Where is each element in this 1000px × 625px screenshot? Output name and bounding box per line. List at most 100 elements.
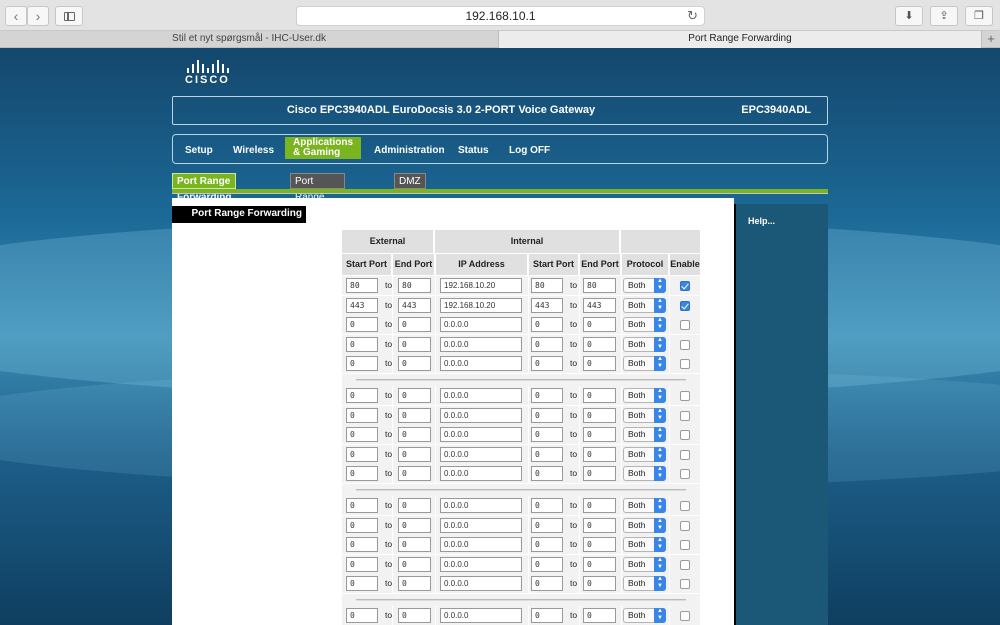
- int-end-port-input[interactable]: 0: [583, 556, 616, 572]
- int-end-port-input[interactable]: 0: [583, 388, 616, 403]
- enable-checkbox[interactable]: [680, 611, 690, 621]
- ip-address-input[interactable]: 0.0.0.0: [440, 388, 522, 403]
- enable-checkbox[interactable]: [680, 359, 690, 370]
- int-start-port-input[interactable]: 0: [531, 356, 563, 372]
- ext-end-port-input[interactable]: 443: [398, 297, 431, 313]
- int-end-port-input[interactable]: 0: [583, 407, 616, 423]
- ip-address-input[interactable]: 0.0.0.0: [440, 608, 522, 623]
- menu-logoff[interactable]: Log OFF: [509, 145, 550, 156]
- int-start-port-input[interactable]: 0: [531, 407, 563, 423]
- menu-applications-gaming[interactable]: Applications & Gaming: [285, 137, 362, 159]
- enable-checkbox[interactable]: [680, 300, 690, 311]
- enable-checkbox[interactable]: [680, 320, 690, 331]
- enable-checkbox[interactable]: [680, 540, 690, 551]
- ext-end-port-input[interactable]: 0: [398, 336, 431, 352]
- int-start-port-input[interactable]: 0: [531, 466, 563, 482]
- protocol-select[interactable]: Both ▲ ▼: [623, 556, 666, 572]
- ext-start-port-input[interactable]: 0: [346, 537, 378, 553]
- tab-ihc-user[interactable]: Stil et nyt spørgsmål - IHC-User.dk: [0, 31, 499, 48]
- ext-start-port-input[interactable]: 0: [346, 608, 378, 623]
- protocol-select[interactable]: Both ▲ ▼: [623, 537, 666, 553]
- protocol-select[interactable]: Both ▲ ▼: [623, 608, 666, 623]
- protocol-select[interactable]: Both ▲ ▼: [623, 388, 666, 403]
- int-start-port-input[interactable]: 0: [531, 388, 563, 403]
- protocol-select[interactable]: Both ▲ ▼: [623, 297, 666, 313]
- ip-address-input[interactable]: 0.0.0.0: [440, 356, 522, 372]
- ip-address-input[interactable]: 0.0.0.0: [440, 427, 522, 443]
- ext-start-port-input[interactable]: 0: [346, 556, 378, 572]
- ext-end-port-input[interactable]: 0: [398, 407, 431, 423]
- ext-start-port-input[interactable]: 80: [346, 278, 378, 293]
- ip-address-input[interactable]: 192.168.10.20: [440, 278, 522, 293]
- int-start-port-input[interactable]: 0: [531, 537, 563, 553]
- int-end-port-input[interactable]: 443: [583, 297, 616, 313]
- protocol-select[interactable]: Both ▲ ▼: [623, 498, 666, 513]
- int-start-port-input[interactable]: 0: [531, 336, 563, 352]
- enable-checkbox[interactable]: [680, 559, 690, 570]
- ip-address-input[interactable]: 192.168.10.20: [440, 297, 522, 313]
- enable-checkbox[interactable]: [680, 469, 690, 480]
- reload-icon[interactable]: ↻: [687, 7, 698, 25]
- int-start-port-input[interactable]: 0: [531, 427, 563, 443]
- int-end-port-input[interactable]: 0: [583, 317, 616, 333]
- ext-end-port-input[interactable]: 0: [398, 556, 431, 572]
- enable-checkbox[interactable]: [680, 501, 690, 511]
- ext-start-port-input[interactable]: 0: [346, 517, 378, 533]
- ext-start-port-input[interactable]: 0: [346, 576, 378, 592]
- int-end-port-input[interactable]: 0: [583, 537, 616, 553]
- ext-start-port-input[interactable]: 0: [346, 498, 378, 513]
- ip-address-input[interactable]: 0.0.0.0: [440, 317, 522, 333]
- ext-end-port-input[interactable]: 0: [398, 427, 431, 443]
- int-start-port-input[interactable]: 443: [531, 297, 563, 313]
- int-start-port-input[interactable]: 0: [531, 517, 563, 533]
- ext-start-port-input[interactable]: 0: [346, 427, 378, 443]
- ip-address-input[interactable]: 0.0.0.0: [440, 466, 522, 482]
- address-bar[interactable]: 192.168.10.1 ↻: [296, 6, 705, 26]
- tabs-overview-button[interactable]: ❐: [965, 6, 993, 26]
- ext-end-port-input[interactable]: 0: [398, 356, 431, 372]
- protocol-select[interactable]: Both ▲ ▼: [623, 407, 666, 423]
- protocol-select[interactable]: Both ▲ ▼: [623, 517, 666, 533]
- ip-address-input[interactable]: 0.0.0.0: [440, 537, 522, 553]
- menu-setup[interactable]: Setup: [185, 145, 213, 156]
- int-end-port-input[interactable]: 0: [583, 427, 616, 443]
- new-tab-button[interactable]: +: [982, 31, 1000, 48]
- int-end-port-input[interactable]: 0: [583, 517, 616, 533]
- help-link[interactable]: Help...: [748, 216, 775, 226]
- back-button[interactable]: ‹: [5, 6, 27, 26]
- ip-address-input[interactable]: 0.0.0.0: [440, 576, 522, 592]
- protocol-select[interactable]: Both ▲ ▼: [623, 336, 666, 352]
- ext-end-port-input[interactable]: 0: [398, 517, 431, 533]
- int-start-port-input[interactable]: 0: [531, 608, 563, 623]
- int-start-port-input[interactable]: 80: [531, 278, 563, 293]
- ext-start-port-input[interactable]: 0: [346, 317, 378, 333]
- ext-end-port-input[interactable]: 0: [398, 576, 431, 592]
- int-end-port-input[interactable]: 0: [583, 576, 616, 592]
- protocol-select[interactable]: Both ▲ ▼: [623, 317, 666, 333]
- int-end-port-input[interactable]: 0: [583, 336, 616, 352]
- int-end-port-input[interactable]: 0: [583, 498, 616, 513]
- ext-end-port-input[interactable]: 80: [398, 278, 431, 293]
- subtab-port-range-triggering[interactable]: Port Range Triggering: [290, 173, 345, 219]
- int-end-port-input[interactable]: 0: [583, 466, 616, 482]
- ext-start-port-input[interactable]: 0: [346, 407, 378, 423]
- ext-start-port-input[interactable]: 443: [346, 297, 378, 313]
- ext-end-port-input[interactable]: 0: [398, 388, 431, 403]
- int-end-port-input[interactable]: 0: [583, 356, 616, 372]
- ext-end-port-input[interactable]: 0: [398, 317, 431, 333]
- protocol-select[interactable]: Both ▲ ▼: [623, 446, 666, 462]
- ext-start-port-input[interactable]: 0: [346, 356, 378, 372]
- subtab-dmz[interactable]: DMZ: [394, 173, 426, 189]
- protocol-select[interactable]: Both ▲ ▼: [623, 466, 666, 482]
- ext-start-port-input[interactable]: 0: [346, 388, 378, 403]
- ip-address-input[interactable]: 0.0.0.0: [440, 446, 522, 462]
- menu-status[interactable]: Status: [458, 145, 489, 156]
- enable-checkbox[interactable]: [680, 281, 690, 291]
- downloads-button[interactable]: ⬇: [895, 6, 923, 26]
- share-button[interactable]: ⇪: [930, 6, 958, 26]
- ip-address-input[interactable]: 0.0.0.0: [440, 407, 522, 423]
- int-start-port-input[interactable]: 0: [531, 317, 563, 333]
- protocol-select[interactable]: Both ▲ ▼: [623, 278, 666, 293]
- ip-address-input[interactable]: 0.0.0.0: [440, 517, 522, 533]
- protocol-select[interactable]: Both ▲ ▼: [623, 576, 666, 592]
